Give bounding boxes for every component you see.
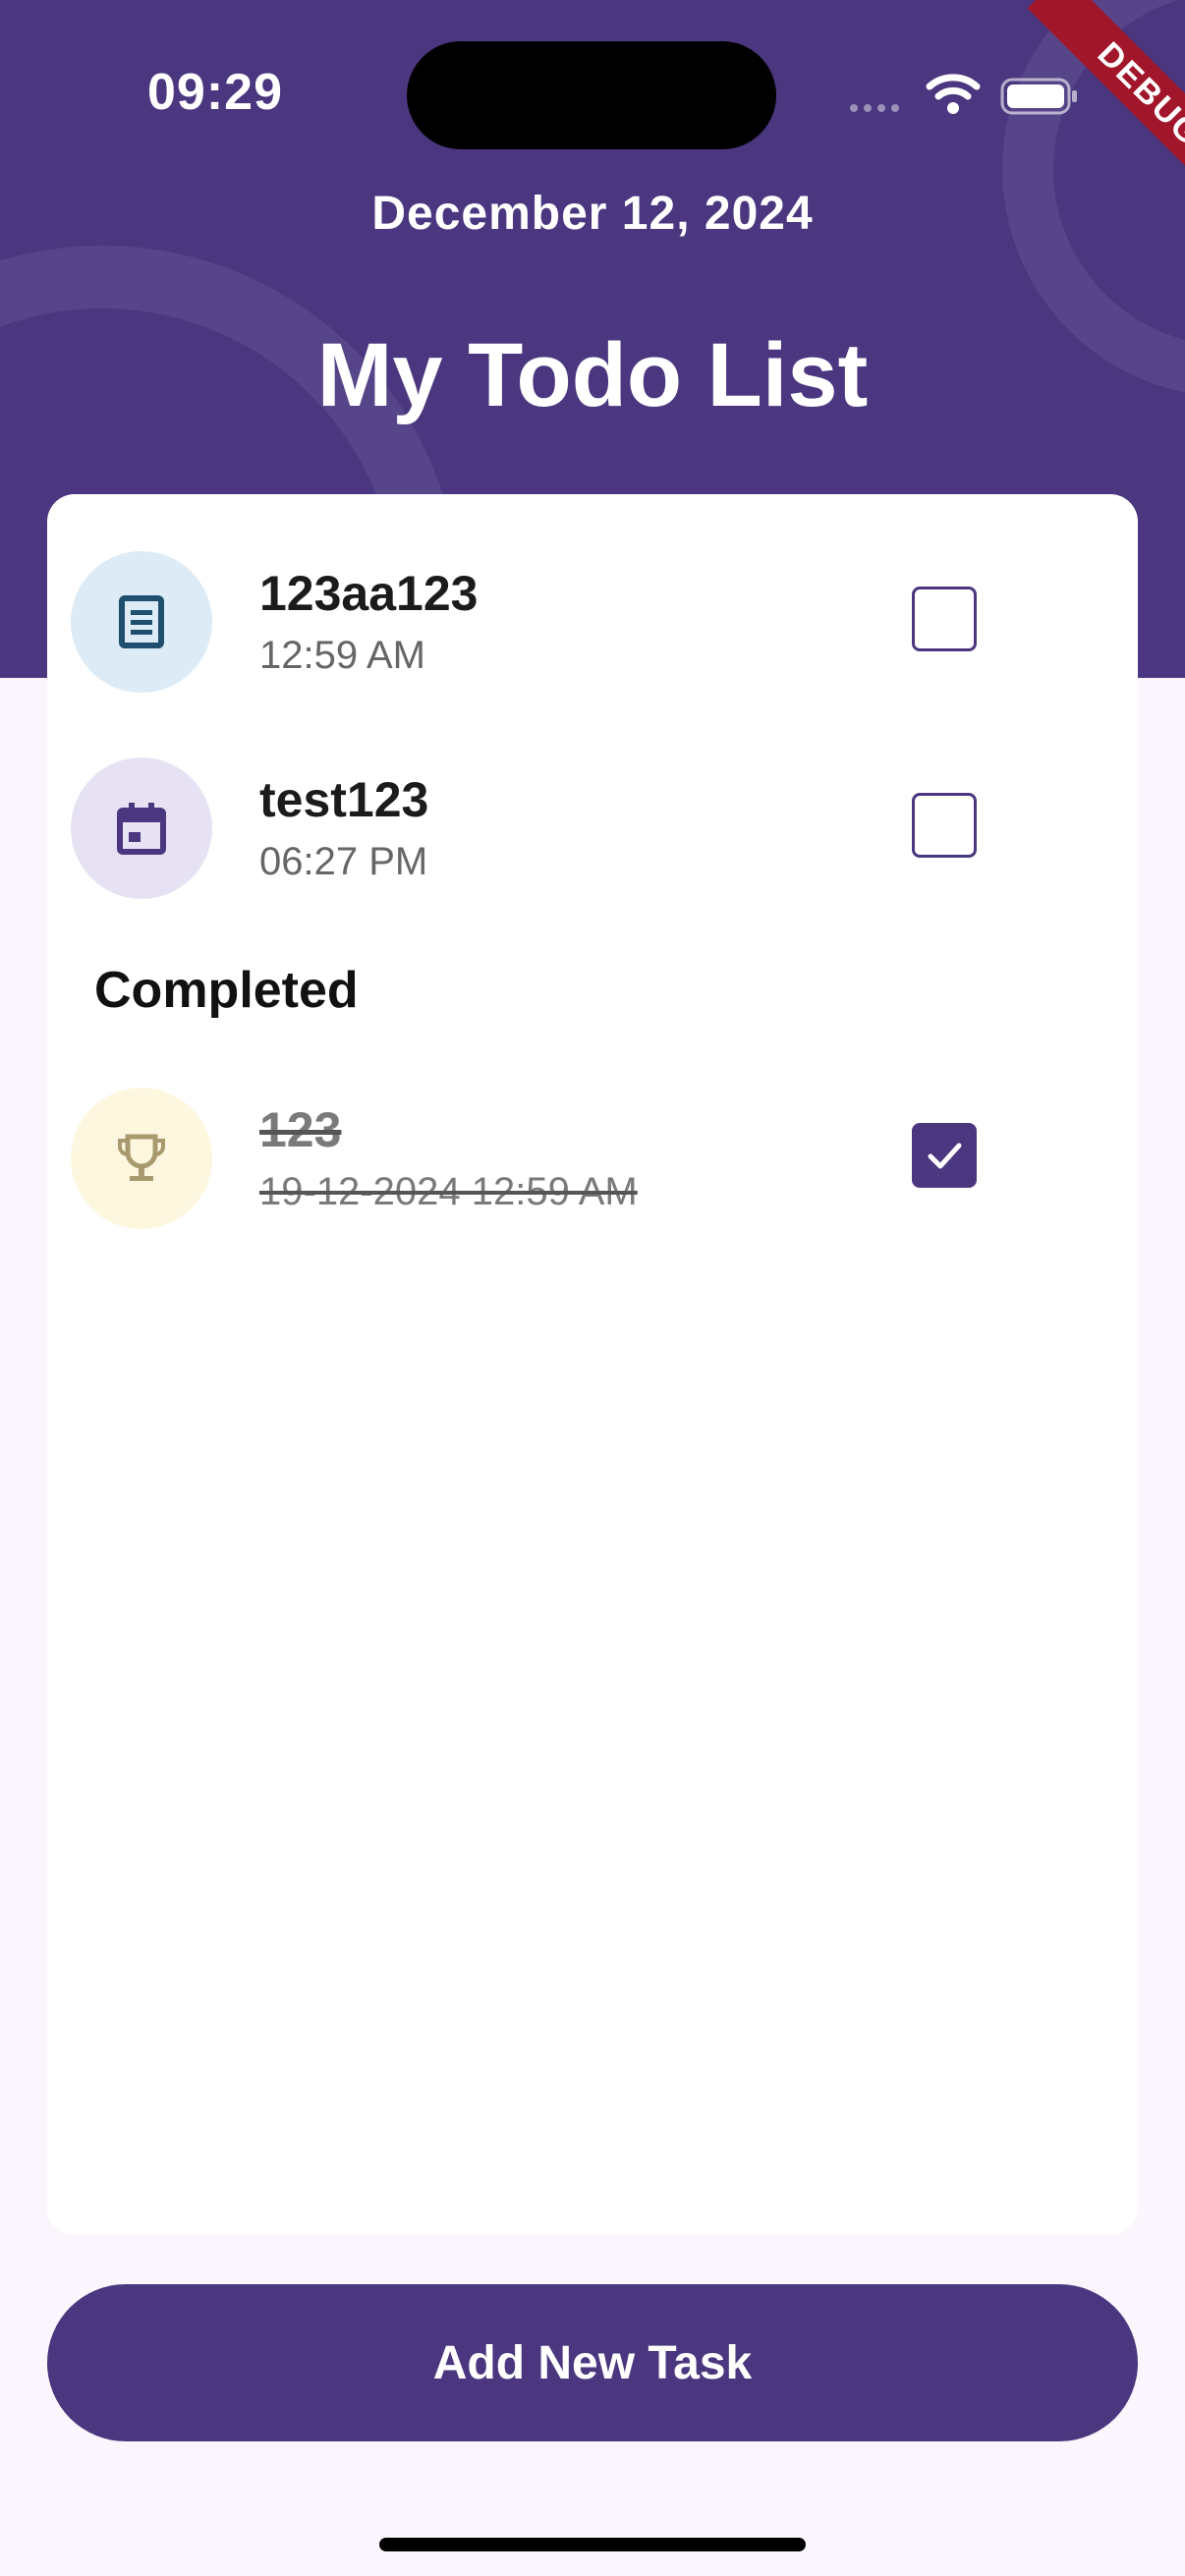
task-title: test123 [259,772,429,827]
checkmark-icon [928,1143,962,1169]
battery-icon [1000,78,1077,115]
task-checkbox[interactable] [912,793,977,858]
completed-task-row[interactable]: 123 19-12-2024 12:59 AM [47,1088,1138,1235]
add-new-task-button[interactable]: Add New Task [47,2284,1138,2441]
task-icon-badge [71,1088,212,1229]
date-label: December 12, 2024 [371,188,814,240]
task-list-card: 123aa123 12:59 AM test123 06:27 PM Compl… [47,494,1138,2235]
home-indicator [379,2538,806,2551]
task-time: 19-12-2024 12:59 AM [259,1170,638,1213]
wifi-icon [926,74,981,114]
cellular-signal-icon [850,104,899,112]
dynamic-island [407,41,776,149]
completed-heading: Completed [94,962,359,1019]
document-icon [119,595,164,648]
trophy-icon [118,1134,165,1181]
task-title: 123aa123 [259,566,479,621]
page-title: My Todo List [316,325,869,425]
task-row[interactable]: test123 06:27 PM [47,757,1138,905]
task-time: 12:59 AM [259,634,426,677]
status-time: 09:29 [147,64,283,121]
task-icon-badge [71,551,212,693]
calendar-icon [117,803,166,855]
task-time: 06:27 PM [259,840,428,883]
task-row[interactable]: 123aa123 12:59 AM [47,551,1138,699]
task-checkbox[interactable] [912,587,977,651]
task-title: 123 [259,1102,342,1157]
task-checkbox-checked[interactable] [912,1123,977,1188]
task-icon-badge [71,757,212,899]
